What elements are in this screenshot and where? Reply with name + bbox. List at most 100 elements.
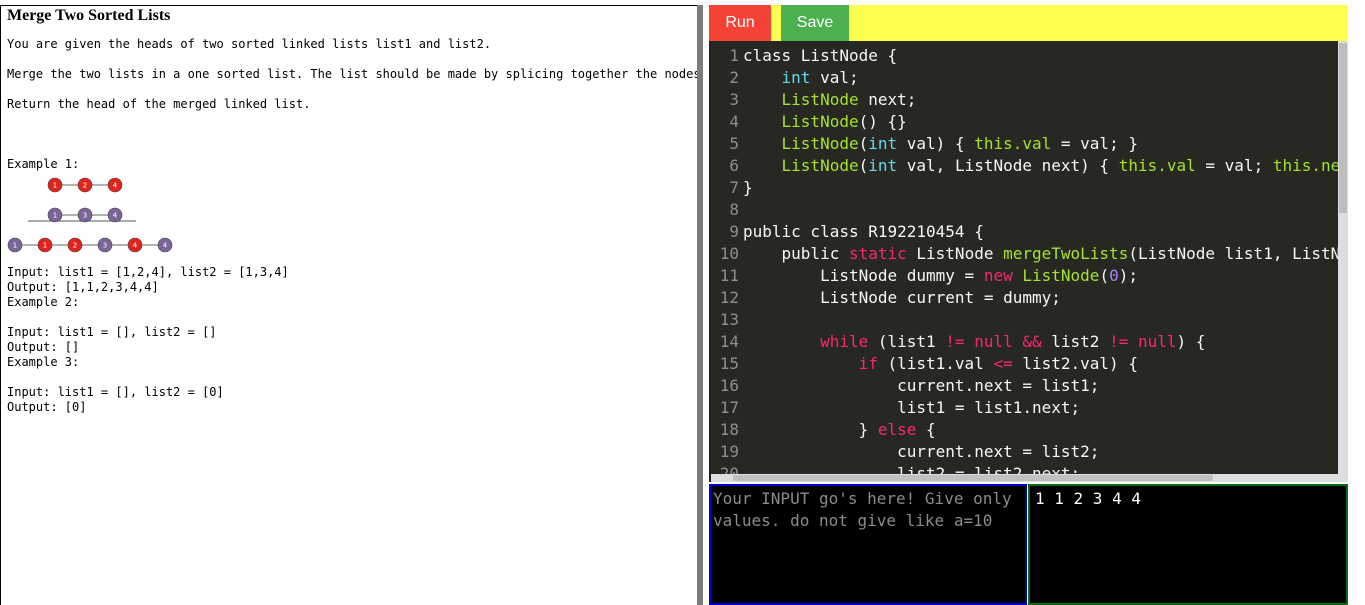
line-number: 18 (719, 420, 739, 439)
save-button[interactable]: Save (781, 5, 849, 41)
list1-node-label: 1 (53, 182, 57, 190)
code-token: ( (858, 134, 869, 153)
code-line: 14 while (list1 != null && list2 != null… (711, 331, 1348, 353)
line-number: 4 (729, 112, 739, 131)
code-line: 15 if (list1.val <= list2.val) { (711, 353, 1348, 375)
code-line: 16 current.next = list1; (711, 375, 1348, 397)
code-token: while (820, 332, 869, 351)
run-button[interactable]: Run (709, 5, 771, 41)
code-line: 2 int val; (711, 67, 1348, 89)
code-token: ListNode (781, 90, 859, 109)
code-line: 4 ListNode() {} (711, 111, 1348, 133)
line-number: 14 (719, 332, 739, 351)
problem-paragraph-1: You are given the heads of two sorted li… (7, 37, 492, 51)
code-line: 5 ListNode(int val) { this.val = val; } (711, 133, 1348, 155)
example-2-label: Example 2: (7, 295, 80, 309)
code-line: 13 (711, 309, 1348, 331)
code-token: val) { (897, 134, 975, 153)
code-token: val; (810, 68, 859, 87)
code-token: int (781, 68, 811, 87)
code-token: ListNode (781, 156, 859, 175)
line-number: 2 (729, 68, 739, 87)
code-token: current.next = list2; (743, 442, 1100, 461)
code-token: null (1137, 332, 1177, 351)
line-number: 11 (719, 266, 739, 285)
code-line: 19 current.next = list2; (711, 441, 1348, 463)
list1-node-label: 4 (113, 182, 118, 190)
line-number: 16 (719, 376, 739, 395)
line-number: 5 (729, 134, 739, 153)
line-number: 19 (719, 442, 739, 461)
code-token: (list1.val (877, 354, 994, 373)
code-token: this.next (1272, 156, 1348, 175)
code-token: && (1022, 332, 1042, 351)
code-token: ListNode current = dummy; (743, 288, 1061, 307)
program-input-field[interactable] (709, 484, 1027, 605)
code-token: = val; (1195, 156, 1273, 175)
line-number: 12 (719, 288, 739, 307)
code-line: 9 public class R192210454 { (711, 221, 1348, 243)
editor-vertical-scrollbar[interactable] (1338, 41, 1348, 482)
code-line: 11 ListNode dummy = new ListNode(0); (711, 265, 1348, 287)
line-number: 1 (729, 46, 739, 65)
code-token: int (868, 134, 898, 153)
code-line: 3 ListNode next; (711, 89, 1348, 111)
example-3-input: Input: list1 = [], list2 = [0] (7, 385, 224, 399)
code-line: 8 (711, 199, 1348, 221)
merged-list-node-label: 3 (103, 242, 107, 250)
code-token: if (858, 354, 878, 373)
list2-node-label: 1 (53, 212, 57, 220)
example-1-input: Input: list1 = [1,2,4], list2 = [1,3,4] (7, 265, 289, 279)
merged-list-node-label: 4 (163, 242, 168, 250)
code-token: ListNode (906, 244, 1004, 263)
code-token: <= (993, 354, 1013, 373)
code-line: 10 public static ListNode mergeTwoLists(… (711, 243, 1348, 265)
example-1-output: Output: [1,1,2,3,4,4] (7, 280, 159, 294)
code-line: 7} (711, 177, 1348, 199)
problem-paragraph-2: Merge the two lists in a one sorted list… (7, 67, 697, 81)
code-token: } (743, 178, 753, 197)
merged-list-node-label: 1 (13, 242, 17, 250)
code-token: != (945, 332, 965, 351)
line-number: 7 (729, 178, 739, 197)
code-token: ) { (1176, 332, 1206, 351)
code-line: 17 list1 = list1.next; (711, 397, 1348, 419)
list2-node-label: 4 (113, 212, 118, 220)
code-token: class ListNode { (743, 46, 898, 65)
editor-horizontal-scrollbar[interactable] (711, 474, 1348, 482)
code-token: () {} (858, 112, 907, 131)
list2-node-label: 3 (83, 212, 87, 220)
code-token: list1 = list1.next; (743, 398, 1081, 417)
merged-list-node-label: 1 (43, 242, 47, 250)
line-number: 15 (719, 354, 739, 373)
line-number: 8 (729, 200, 739, 219)
editor-horizontal-scroll-thumb[interactable] (733, 475, 1213, 481)
list1-node-label: 2 (83, 182, 87, 190)
code-token: public (743, 244, 849, 263)
code-token: this.val (1118, 156, 1196, 175)
code-editor[interactable]: 1 class ListNode {2 int val; 3 ListNode ne… (709, 41, 1348, 482)
code-token: int (868, 156, 898, 175)
editor-vertical-scroll-thumb[interactable] (1339, 43, 1347, 213)
line-number: 3 (729, 90, 739, 109)
code-line: 1 class ListNode { (711, 45, 1348, 67)
code-lines: 1 class ListNode {2 int val; 3 ListNode ne… (711, 45, 1348, 482)
line-number: 6 (729, 156, 739, 175)
code-token: ( (1099, 266, 1110, 285)
code-line: 18 } else { (711, 419, 1348, 441)
code-token: null (974, 332, 1013, 351)
code-token: } (743, 420, 878, 439)
example-2-input: Input: list1 = [], list2 = [] (7, 325, 217, 339)
code-token: list2 (1041, 332, 1110, 351)
problem-title: Merge Two Sorted Lists (7, 7, 171, 24)
code-token: ListNode (781, 112, 859, 131)
code-token: (list1 (868, 332, 946, 351)
example-3-label: Example 3: (7, 355, 80, 369)
